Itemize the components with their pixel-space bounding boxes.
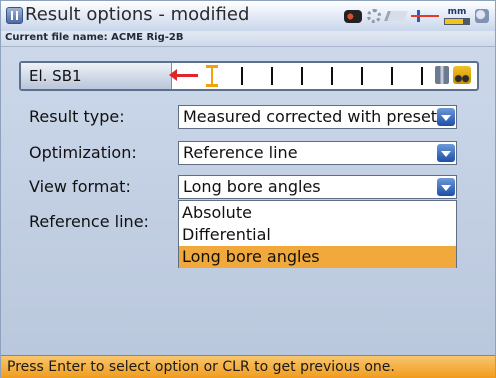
element-selector[interactable]: El. SB1 (19, 61, 479, 91)
status-hint: Press Enter to select option or CLR to g… (7, 359, 395, 375)
file-name-bar: Current file name: ACME Rig-2B (1, 31, 495, 47)
selector-icons (435, 66, 471, 84)
camera-icon (344, 9, 362, 23)
option-absolute[interactable]: Absolute (179, 202, 456, 224)
window-title: Result options - modified (25, 4, 250, 25)
tick-mark[interactable] (301, 67, 303, 85)
element-label-box[interactable]: El. SB1 (21, 63, 172, 89)
ruler-icon (384, 11, 408, 21)
units-label: mm (447, 7, 467, 17)
view-format-value: Long bore angles (183, 177, 321, 196)
tick-mark[interactable] (331, 67, 333, 85)
optimization-value: Reference line (183, 143, 298, 162)
tick-mark[interactable] (361, 67, 363, 85)
tick-mark[interactable] (241, 67, 243, 85)
tick-mark[interactable] (421, 67, 423, 85)
option-long-bore-angles[interactable]: Long bore angles (179, 246, 456, 268)
view-format-options-list[interactable]: Absolute Differential Long bore angles (178, 200, 457, 268)
optimization-label: Optimization: (29, 143, 137, 162)
alignment-icon (411, 10, 439, 22)
tick-mark-active[interactable] (206, 65, 218, 87)
view-format-dropdown[interactable]: Long bore angles (178, 175, 457, 199)
title-bar: Result options - modified mm (1, 1, 495, 31)
result-type-value: Measured corrected with preset (183, 107, 438, 126)
chevron-down-icon[interactable] (437, 144, 455, 162)
chevron-down-icon[interactable] (437, 108, 455, 126)
option-differential[interactable]: Differential (179, 224, 456, 246)
tick-mark[interactable] (391, 67, 393, 85)
result-options-window: Result options - modified mm Current fil… (0, 0, 496, 378)
gear-icon (367, 9, 381, 23)
element-label: El. SB1 (29, 67, 82, 85)
result-type-dropdown[interactable]: Measured corrected with preset (178, 105, 457, 129)
optimization-dropdown[interactable]: Reference line (178, 141, 457, 165)
status-icons: mm (344, 5, 489, 27)
reference-line-label: Reference line: (29, 212, 149, 231)
tick-mark[interactable] (271, 67, 273, 85)
coupling-icon (435, 66, 449, 84)
hand-icon (475, 9, 489, 23)
view-format-label: View format: (29, 177, 131, 196)
pointer-arrow-icon (169, 69, 198, 81)
chevron-down-icon[interactable] (437, 178, 455, 196)
machine-icon (453, 66, 471, 84)
current-file-name: Current file name: ACME Rig-2B (5, 32, 184, 43)
result-type-label: Result type: (29, 107, 125, 126)
app-icon (6, 7, 23, 24)
battery-bar (444, 18, 470, 25)
battery-mm-icon: mm (444, 7, 470, 25)
status-bar: Press Enter to select option or CLR to g… (1, 355, 495, 378)
position-ticks (206, 65, 431, 87)
